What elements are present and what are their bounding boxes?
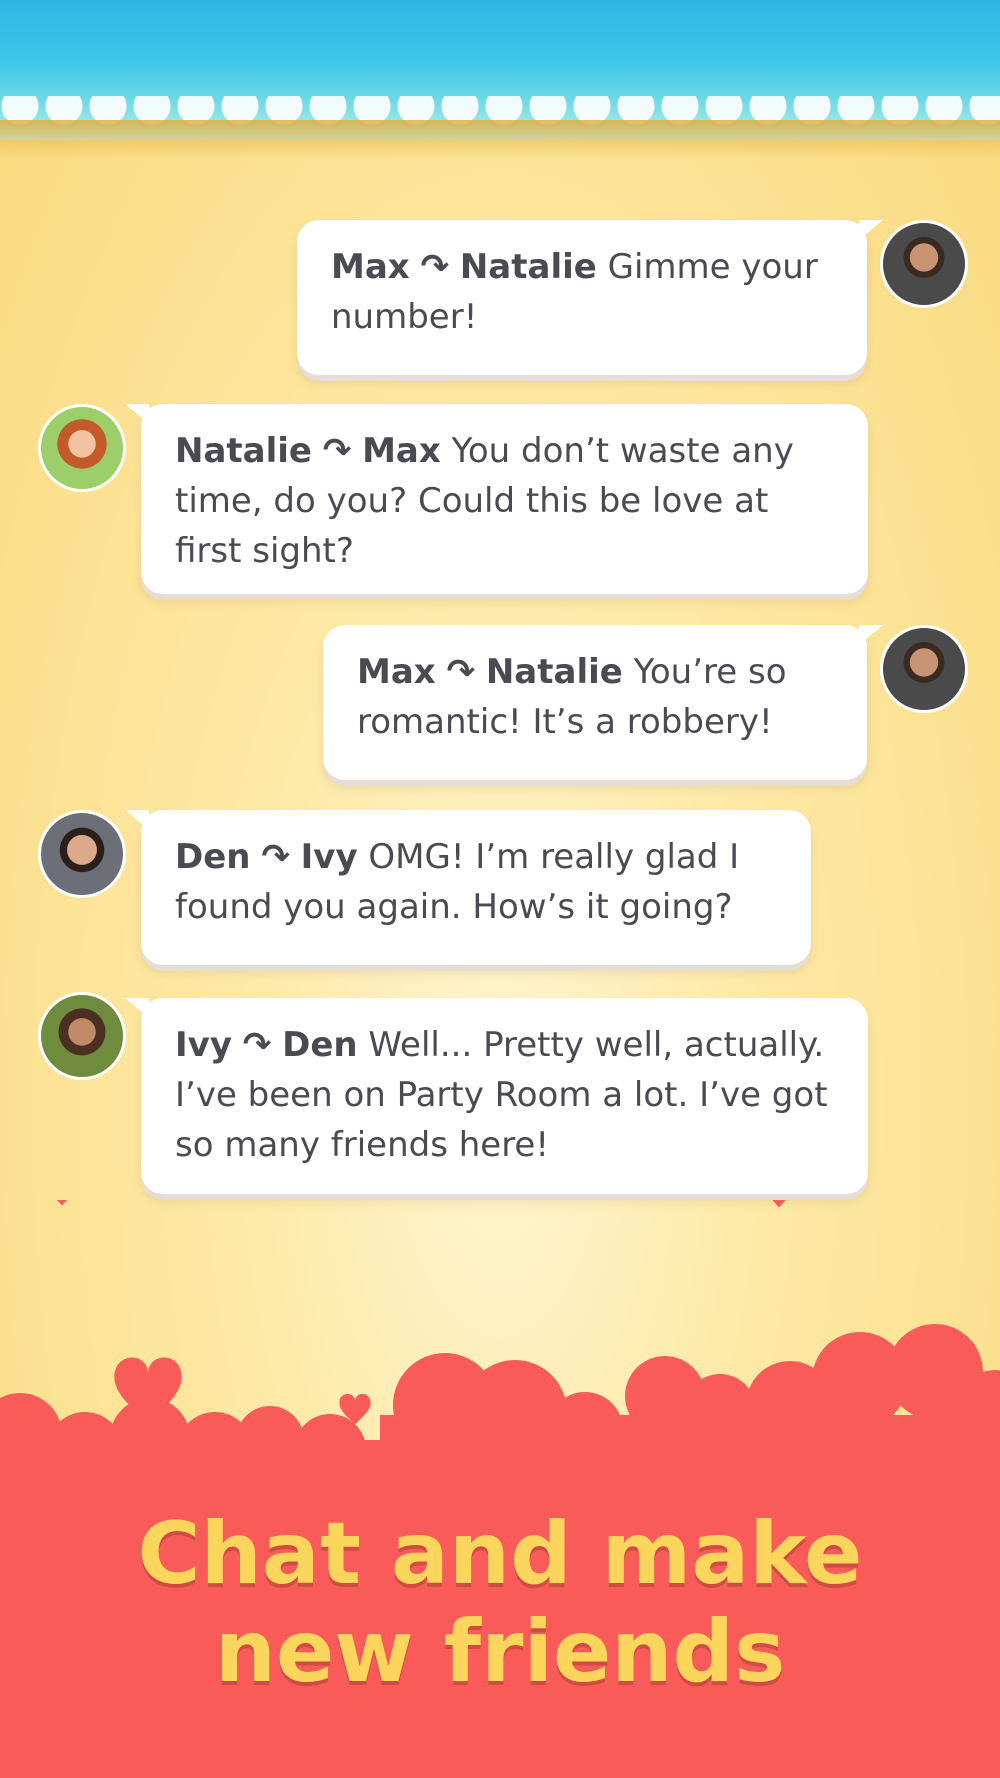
recipient-name: Max — [362, 431, 441, 471]
sender-name: Den — [175, 837, 251, 877]
den-avatar[interactable] — [38, 810, 126, 898]
chat-message[interactable]: Max ↷ Natalie You’re so romantic! It’s a… — [323, 625, 883, 780]
sender-name: Natalie — [175, 431, 312, 471]
max-avatar[interactable] — [880, 220, 968, 308]
recipient-name: Ivy — [300, 837, 358, 877]
chat-message[interactable]: Natalie ↷ Max You don’t waste any time, … — [125, 404, 868, 594]
message-text: OMG! I’m really glad I found you again. … — [175, 837, 740, 927]
heart-icon — [740, 1200, 818, 1208]
natalie-avatar[interactable] — [38, 404, 126, 492]
chat-message[interactable]: Max ↷ Natalie Gimme your number! — [297, 220, 883, 375]
arrow-icon: ↷ — [322, 431, 352, 471]
chat-message[interactable]: Ivy ↷ Den Well... Pretty well, actually.… — [125, 998, 868, 1194]
heart-icon — [35, 1200, 89, 1206]
sender-name: Max — [357, 652, 436, 692]
arrow-icon: ↷ — [242, 1025, 272, 1065]
recipient-name: Den — [282, 1025, 358, 1065]
arrow-icon: ↷ — [261, 837, 290, 877]
recipient-name: Natalie — [459, 247, 597, 287]
max-avatar[interactable] — [880, 625, 968, 713]
sender-name: Ivy — [175, 1025, 232, 1065]
message-text: Well... Pretty well, actually. I’ve been… — [175, 1025, 828, 1165]
recipient-name: Natalie — [485, 652, 623, 692]
arrow-icon: ↷ — [420, 247, 450, 287]
headline-title: Chat and make new friends — [137, 1504, 863, 1702]
ivy-avatar[interactable] — [38, 992, 126, 1080]
sender-name: Max — [331, 247, 410, 287]
arrow-icon: ↷ — [446, 652, 476, 692]
wet-sand — [0, 120, 1000, 160]
chat-message[interactable]: Den ↷ Ivy OMG! I’m really glad I found y… — [125, 810, 811, 965]
